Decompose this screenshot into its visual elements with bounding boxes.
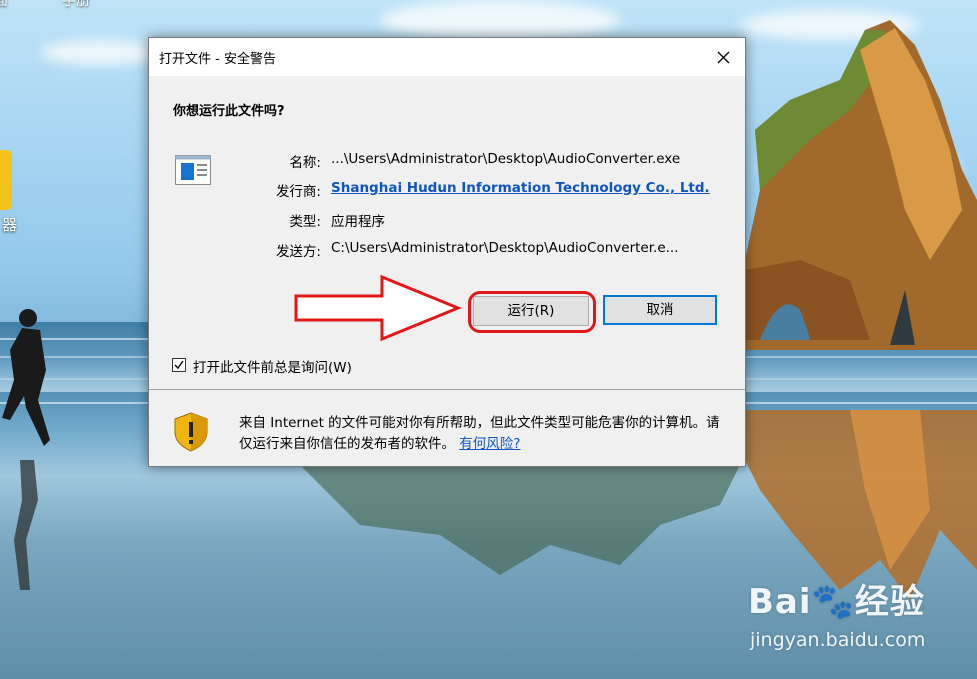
checkmark-icon	[174, 360, 184, 370]
field-value-name: ...\Users\Administrator\Desktop\AudioCon…	[331, 151, 681, 167]
red-arrow-annotation	[294, 274, 462, 342]
always-ask-label[interactable]: 打开此文件前总是询问(W)	[193, 356, 352, 376]
dialog-title: 打开文件 - 安全警告	[159, 52, 276, 67]
desktop-app-tile[interactable]	[0, 150, 12, 210]
watermark-url: jingyan.baidu.com	[750, 629, 926, 651]
runner-silhouette-image	[2, 309, 50, 590]
dialog-question: 你想运行此文件吗?	[173, 104, 285, 119]
security-warning-dialog: 打开文件 - 安全警告 你想运行此文件吗? 名称: ...\Users\Admi…	[148, 37, 746, 467]
field-label: 发送方:	[275, 244, 321, 260]
desktop-icon-label: 器	[2, 216, 18, 234]
field-label: 名称:	[289, 155, 321, 171]
application-icon	[175, 155, 211, 185]
always-ask-checkbox[interactable]	[172, 358, 186, 372]
field-label: 类型:	[289, 214, 321, 230]
field-value-type: 应用程序	[331, 214, 385, 230]
watermark-brand: Bai🐾经验	[748, 582, 925, 622]
publisher-link[interactable]: Shanghai Hudun Information Technology Co…	[331, 180, 710, 196]
close-icon	[717, 51, 730, 64]
red-circle-annotation	[468, 291, 596, 333]
water-reflection-image	[300, 465, 740, 575]
what-is-risk-link[interactable]: 有何风险?	[459, 436, 520, 452]
cancel-button[interactable]: 取消	[603, 295, 717, 325]
close-button[interactable]	[701, 38, 745, 76]
desktop-label: 面	[0, 0, 8, 9]
warning-message: 来自 Internet 的文件可能对你有所帮助，但此文件类型可能危害你的计算机。…	[239, 413, 729, 455]
field-label: 发行商:	[275, 184, 321, 200]
dialog-titlebar[interactable]: 打开文件 - 安全警告	[149, 38, 745, 76]
field-value-from: C:\Users\Administrator\Desktop\AudioConv…	[331, 240, 679, 256]
separator	[149, 389, 745, 390]
desktop-label: 手册	[62, 0, 90, 9]
baidu-watermark: Bai🐾经验 jingyan.baidu.com	[748, 574, 925, 651]
warning-shield-icon	[174, 412, 208, 452]
